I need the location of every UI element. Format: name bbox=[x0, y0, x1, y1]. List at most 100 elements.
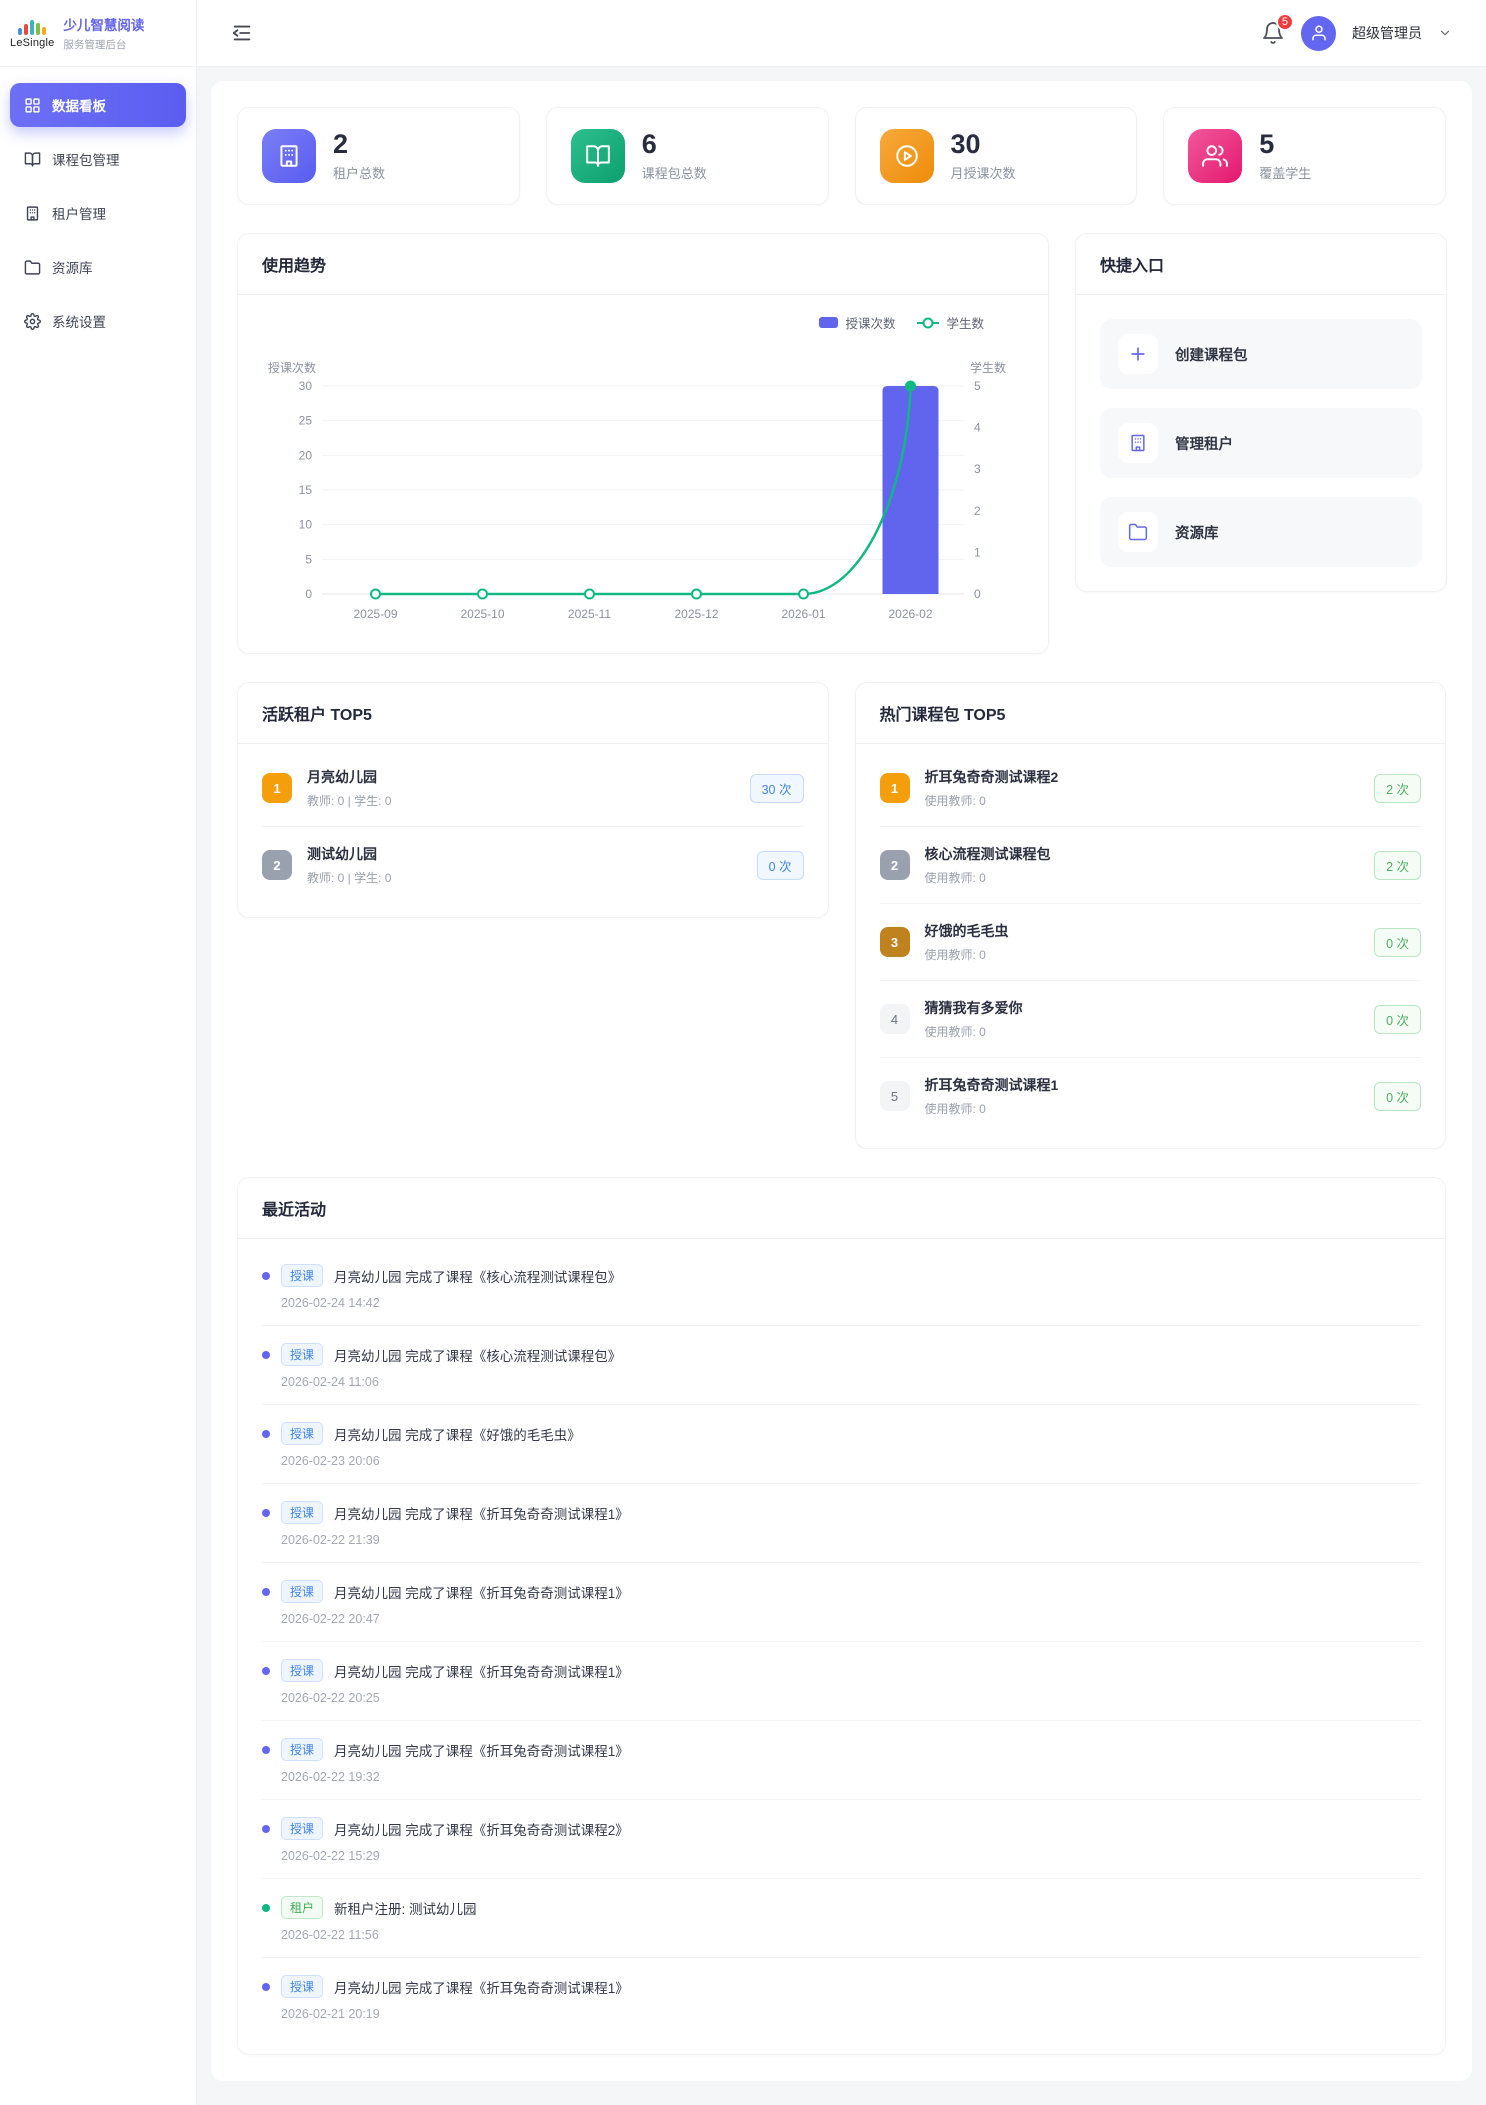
rank-badge: 1 bbox=[880, 773, 910, 803]
svg-text:30: 30 bbox=[299, 379, 313, 393]
svg-text:2025-12: 2025-12 bbox=[674, 607, 718, 621]
rank-badge: 1 bbox=[262, 773, 292, 803]
svg-text:2025-10: 2025-10 bbox=[460, 607, 504, 621]
avatar[interactable] bbox=[1301, 16, 1336, 51]
svg-text:10: 10 bbox=[299, 518, 313, 532]
app-layout: LeSingle 少儿智慧阅读 服务管理后台 数据看板 课程包管理 租户管理 bbox=[0, 0, 1486, 2105]
notification-badge: 5 bbox=[1276, 13, 1294, 31]
activity-text: 月亮幼儿园 完成了课程《折耳兔奇奇测试课程2》 bbox=[334, 1819, 629, 1839]
list-item: 授课月亮幼儿园 完成了课程《折耳兔奇奇测试课程1》 2026-02-21 20:… bbox=[262, 1958, 1421, 2036]
stat-value: 6 bbox=[642, 130, 707, 160]
list-item: 授课月亮幼儿园 完成了课程《折耳兔奇奇测试课程1》 2026-02-22 20:… bbox=[262, 1642, 1421, 1721]
activity-tag: 授课 bbox=[281, 1343, 323, 1366]
active-tenants-list: 1 月亮幼儿园教师: 0 | 学生: 0 30 次 2 测试幼儿园教师: 0 |… bbox=[238, 744, 828, 917]
activity-dot bbox=[262, 1983, 270, 1991]
svg-text:2026-01: 2026-01 bbox=[781, 607, 825, 621]
package-meta: 使用教师: 0 bbox=[925, 869, 1360, 886]
sidebar-item-dashboard[interactable]: 数据看板 bbox=[10, 83, 186, 127]
hot-packages-card: 热门课程包 TOP5 1 折耳兔奇奇测试课程2使用教师: 0 2 次 2 核心流… bbox=[855, 682, 1447, 1149]
activity-text: 月亮幼儿园 完成了课程《折耳兔奇奇测试课程1》 bbox=[334, 1977, 629, 1997]
rank-badge: 4 bbox=[880, 1004, 910, 1034]
count-badge: 0 次 bbox=[1374, 928, 1421, 957]
svg-text:0: 0 bbox=[305, 587, 312, 601]
plus-icon bbox=[1118, 334, 1158, 374]
package-name: 核心流程测试课程包 bbox=[925, 846, 1051, 862]
list-item: 授课月亮幼儿园 完成了课程《好饿的毛毛虫》 2026-02-23 20:06 bbox=[262, 1405, 1421, 1484]
svg-text:授课次数: 授课次数 bbox=[268, 360, 316, 375]
count-badge: 2 次 bbox=[1374, 774, 1421, 803]
activity-tag: 租户 bbox=[281, 1896, 323, 1919]
user-name[interactable]: 超级管理员 bbox=[1352, 23, 1422, 43]
activity-text: 月亮幼儿园 完成了课程《折耳兔奇奇测试课程1》 bbox=[334, 1661, 629, 1681]
usage-trend-card: 使用趋势 授课次数 学生数 051015202530012345授课次数学生数2… bbox=[237, 233, 1049, 654]
trend-row: 使用趋势 授课次数 学生数 051015202530012345授课次数学生数2… bbox=[237, 233, 1446, 654]
sidebar-item-label: 系统设置 bbox=[52, 311, 106, 331]
activity-tag: 授课 bbox=[281, 1422, 323, 1445]
activity-time: 2026-02-24 11:06 bbox=[281, 1375, 1421, 1389]
quick-item-label: 资源库 bbox=[1175, 522, 1219, 543]
svg-text:2025-11: 2025-11 bbox=[568, 607, 611, 621]
list-item: 授课月亮幼儿园 完成了课程《折耳兔奇奇测试课程1》 2026-02-22 21:… bbox=[262, 1484, 1421, 1563]
stat-label: 租户总数 bbox=[333, 163, 385, 182]
count-badge: 0 次 bbox=[1374, 1005, 1421, 1034]
sidebar-item-settings[interactable]: 系统设置 bbox=[10, 299, 186, 343]
quick-item-resources[interactable]: 资源库 bbox=[1100, 497, 1422, 567]
logo-icon: LeSingle bbox=[10, 17, 54, 49]
activity-text: 月亮幼儿园 完成了课程《折耳兔奇奇测试课程1》 bbox=[334, 1740, 629, 1760]
activity-time: 2026-02-22 21:39 bbox=[281, 1533, 1421, 1547]
svg-text:2026-02: 2026-02 bbox=[888, 607, 932, 621]
sidebar-item-label: 租户管理 bbox=[52, 203, 106, 223]
svg-text:2025-09: 2025-09 bbox=[353, 607, 397, 621]
quick-entry-card: 快捷入口 创建课程包 管理租户 bbox=[1075, 233, 1447, 592]
folder-icon bbox=[1118, 512, 1158, 552]
list-item[interactable]: 1 折耳兔奇奇测试课程2使用教师: 0 2 次 bbox=[880, 750, 1422, 827]
logo-text: LeSingle bbox=[10, 37, 54, 49]
chart-legend: 授课次数 学生数 bbox=[238, 295, 1048, 334]
gear-icon bbox=[24, 313, 41, 330]
activity-tag: 授课 bbox=[281, 1817, 323, 1840]
count-badge: 0 次 bbox=[757, 851, 804, 880]
dashboard-icon bbox=[24, 97, 41, 114]
sidebar-item-resources[interactable]: 资源库 bbox=[10, 245, 186, 289]
chevron-down-icon[interactable] bbox=[1438, 26, 1452, 40]
list-item[interactable]: 2 核心流程测试课程包使用教师: 0 2 次 bbox=[880, 827, 1422, 904]
sidebar-collapse-icon[interactable] bbox=[231, 22, 253, 44]
activity-tag: 授课 bbox=[281, 1738, 323, 1761]
activity-dot bbox=[262, 1667, 270, 1675]
list-item: 授课月亮幼儿园 完成了课程《核心流程测试课程包》 2026-02-24 14:4… bbox=[262, 1247, 1421, 1326]
svg-text:4: 4 bbox=[974, 421, 981, 435]
sidebar: LeSingle 少儿智慧阅读 服务管理后台 数据看板 课程包管理 租户管理 bbox=[0, 0, 197, 2105]
activity-dot bbox=[262, 1588, 270, 1596]
sidebar-item-label: 资源库 bbox=[52, 257, 93, 277]
stat-card-students: 5 覆盖学生 bbox=[1163, 107, 1446, 205]
notifications-button[interactable]: 5 bbox=[1261, 21, 1285, 45]
activity-dot bbox=[262, 1825, 270, 1833]
activity-list: 授课 月亮幼儿园 完成了课程《核心流程测试课程包》 2026-02-24 14:4… bbox=[238, 1239, 1445, 2054]
activity-time: 2026-02-22 20:25 bbox=[281, 1691, 1421, 1705]
sidebar-item-tenants[interactable]: 租户管理 bbox=[10, 191, 186, 235]
quick-item-manage-tenants[interactable]: 管理租户 bbox=[1100, 408, 1422, 478]
stat-label: 覆盖学生 bbox=[1259, 163, 1311, 182]
list-item: 授课月亮幼儿园 完成了课程《折耳兔奇奇测试课程1》 2026-02-22 20:… bbox=[262, 1563, 1421, 1642]
count-badge: 30 次 bbox=[750, 774, 804, 803]
building-icon bbox=[1118, 423, 1158, 463]
rank-badge: 5 bbox=[880, 1081, 910, 1111]
activity-time: 2026-02-24 14:42 bbox=[281, 1296, 1421, 1310]
svg-text:2: 2 bbox=[974, 504, 981, 518]
sidebar-item-course-packages[interactable]: 课程包管理 bbox=[10, 137, 186, 181]
activity-text: 月亮幼儿园 完成了课程《核心流程测试课程包》 bbox=[334, 1266, 621, 1286]
book-open-icon bbox=[571, 129, 625, 183]
list-item[interactable]: 3 好饿的毛毛虫使用教师: 0 0 次 bbox=[880, 904, 1422, 981]
list-item[interactable]: 1 月亮幼儿园教师: 0 | 学生: 0 30 次 bbox=[262, 750, 804, 827]
hot-packages-list: 1 折耳兔奇奇测试课程2使用教师: 0 2 次 2 核心流程测试课程包使用教师:… bbox=[856, 744, 1446, 1148]
activity-dot bbox=[262, 1272, 270, 1280]
activity-dot bbox=[262, 1746, 270, 1754]
quick-item-create-package[interactable]: 创建课程包 bbox=[1100, 319, 1422, 389]
list-item[interactable]: 4 猜猜我有多爱你使用教师: 0 0 次 bbox=[880, 981, 1422, 1058]
package-name: 猜猜我有多爱你 bbox=[925, 1000, 1023, 1016]
legend-item-bar: 授课次数 bbox=[819, 313, 895, 332]
play-circle-icon bbox=[880, 129, 934, 183]
list-item[interactable]: 5 折耳兔奇奇测试课程1使用教师: 0 0 次 bbox=[880, 1058, 1422, 1134]
list-item[interactable]: 2 测试幼儿园教师: 0 | 学生: 0 0 次 bbox=[262, 827, 804, 903]
quick-item-label: 管理租户 bbox=[1175, 433, 1233, 454]
